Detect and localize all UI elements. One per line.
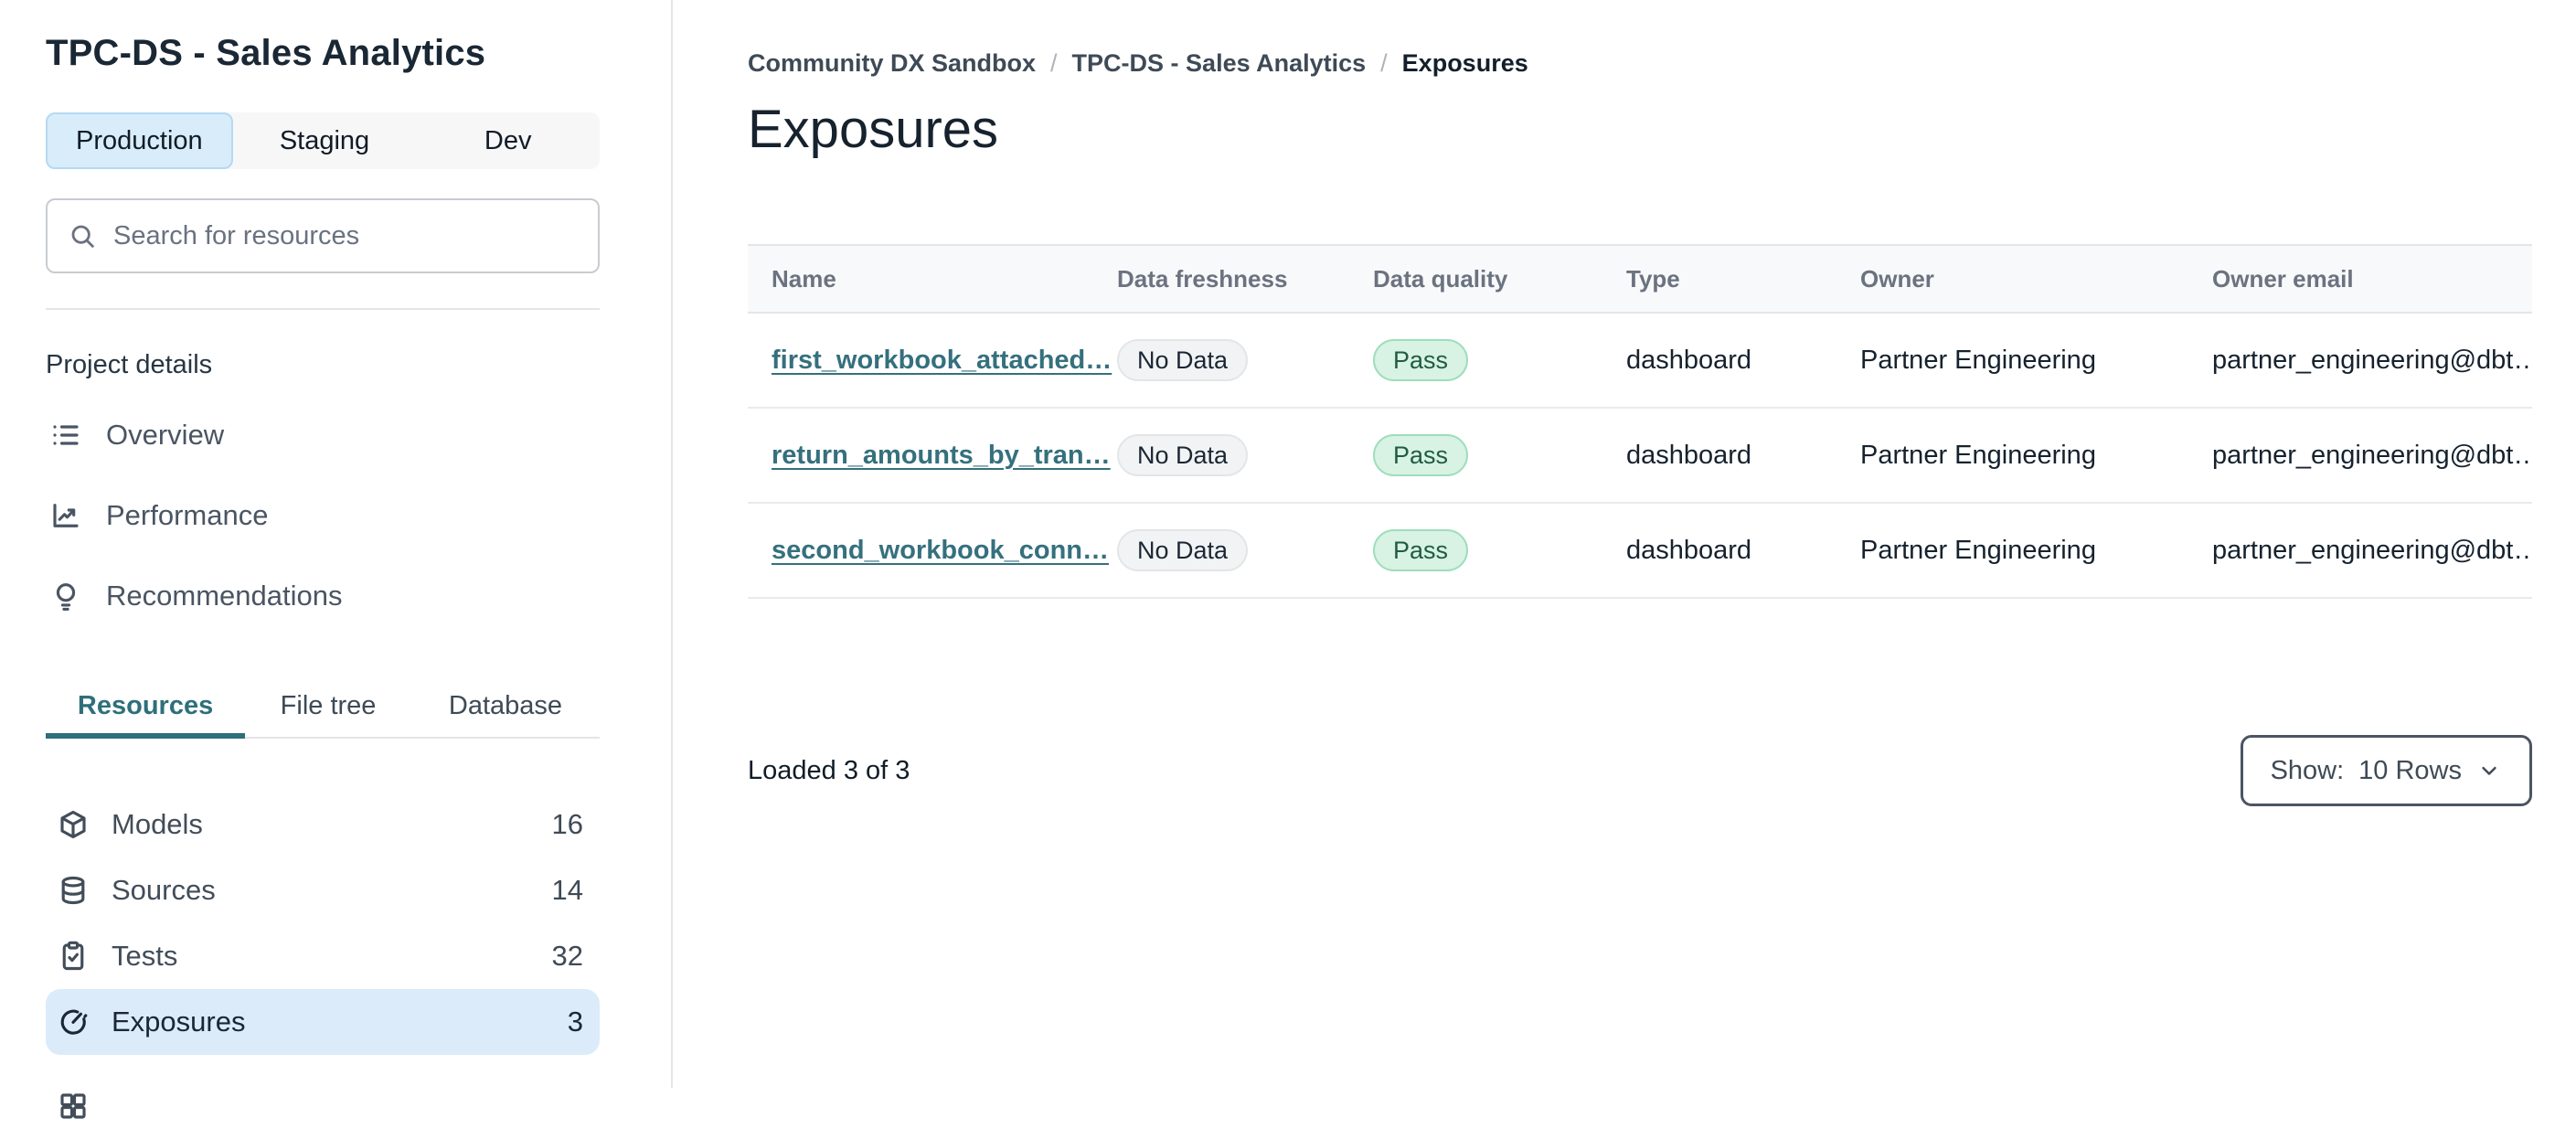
search-input[interactable] [113,221,578,251]
breadcrumb-separator: / [1380,49,1388,78]
rows-per-page-dropdown[interactable]: Show: 10 Rows [2241,735,2532,806]
breadcrumb-account[interactable]: Community DX Sandbox [748,49,1036,78]
exposure-name-link[interactable]: second_workbook_conn… [772,536,1109,565]
project-details-label: Project details [46,350,600,380]
type-cell: dashboard [1626,536,1860,566]
sidebar-item-label: Exposures [112,1006,245,1038]
table-row: second_workbook_conn… No Data Pass dashb… [748,504,2532,599]
nav-item-label: Recommendations [106,580,342,612]
freshness-badge: No Data [1117,434,1248,476]
resource-count: 32 [552,940,583,973]
chevron-down-icon [2476,758,2502,783]
env-tab-dev[interactable]: Dev [416,112,600,169]
sidebar-item-label: Tests [112,940,177,973]
cube-icon [57,808,90,841]
sidebar-item-exposures[interactable]: Exposures 3 [46,989,600,1055]
quality-badge: Pass [1373,529,1468,571]
nav-item-label: Overview [106,419,224,452]
nav-item-performance[interactable]: Performance [46,475,600,556]
column-header-data-quality: Data quality [1373,265,1626,293]
owner-cell: Partner Engineering [1860,536,2212,566]
sidebar-view-tabs: Resources File tree Database [46,687,600,739]
tab-database[interactable]: Database [411,687,600,739]
column-header-type: Type [1626,265,1860,293]
env-tab-production[interactable]: Production [46,112,233,169]
resource-search[interactable] [46,198,600,273]
table-row: return_amounts_by_tran… No Data Pass das… [748,409,2532,504]
owner-email-cell: partner_engineering@dbt… [2212,441,2532,471]
chart-line-icon [49,499,82,532]
search-icon [68,221,97,250]
freshness-badge: No Data [1117,529,1248,571]
project-title: TPC-DS - Sales Analytics [46,33,600,74]
loaded-status: Loaded 3 of 3 [748,756,910,786]
tab-file-tree[interactable]: File tree [245,687,411,739]
project-nav: Overview Performance Recommendations [46,395,600,636]
breadcrumb-current: Exposures [1402,49,1528,78]
breadcrumb-project[interactable]: TPC-DS - Sales Analytics [1072,49,1367,78]
exposure-name-link[interactable]: return_amounts_by_tran… [772,441,1111,470]
page-title: Exposures [748,98,2532,162]
sidebar-item-partial[interactable] [46,1073,600,1139]
table-header-row: Name Data freshness Data quality Type Ow… [748,244,2532,314]
nav-item-label: Performance [106,499,268,532]
owner-cell: Partner Engineering [1860,441,2212,471]
quality-badge: Pass [1373,434,1468,476]
table-row: first_workbook_attached… No Data Pass da… [748,314,2532,409]
clipboard-check-icon [57,940,90,973]
tab-resources[interactable]: Resources [46,687,245,739]
sidebar-item-models[interactable]: Models 16 [46,792,600,857]
type-cell: dashboard [1626,346,1860,376]
sidebar: TPC-DS - Sales Analytics Production Stag… [0,0,673,1088]
quality-badge: Pass [1373,339,1468,381]
env-tab-staging[interactable]: Staging [233,112,417,169]
show-label: Show: [2271,756,2345,786]
sidebar-item-label: Sources [112,874,216,907]
resource-count: 14 [552,874,583,907]
column-header-owner-email: Owner email [2212,265,2532,293]
grid-icon [57,1090,90,1123]
column-header-data-freshness: Data freshness [1117,265,1373,293]
breadcrumb-separator: / [1050,49,1058,78]
sidebar-item-label: Models [112,808,203,841]
exposures-table: Name Data freshness Data quality Type Ow… [748,244,2532,599]
table-footer: Loaded 3 of 3 Show: 10 Rows [748,735,2532,806]
resource-list: Models 16 Sources 14 Tests 32 Exposure [46,792,600,1139]
gauge-icon [57,1006,90,1038]
lightbulb-icon [49,580,82,612]
column-header-name: Name [772,265,1117,293]
nav-item-overview[interactable]: Overview [46,395,600,475]
resource-count: 16 [552,808,583,841]
main-content: Community DX Sandbox / TPC-DS - Sales An… [675,0,2576,1088]
list-icon [49,419,82,452]
owner-email-cell: partner_engineering@dbt… [2212,536,2532,566]
sidebar-item-tests[interactable]: Tests 32 [46,923,600,989]
sidebar-divider [46,308,600,310]
sidebar-item-sources[interactable]: Sources 14 [46,857,600,923]
owner-email-cell: partner_engineering@dbt… [2212,346,2532,376]
column-header-owner: Owner [1860,265,2212,293]
type-cell: dashboard [1626,441,1860,471]
breadcrumb: Community DX Sandbox / TPC-DS - Sales An… [748,49,2532,78]
owner-cell: Partner Engineering [1860,346,2212,376]
database-icon [57,874,90,907]
resource-count: 3 [568,1006,583,1038]
nav-item-recommendations[interactable]: Recommendations [46,556,600,636]
freshness-badge: No Data [1117,339,1248,381]
environment-tabs: Production Staging Dev [46,112,600,169]
show-value: 10 Rows [2358,756,2462,786]
exposure-name-link[interactable]: first_workbook_attached… [772,346,1112,375]
